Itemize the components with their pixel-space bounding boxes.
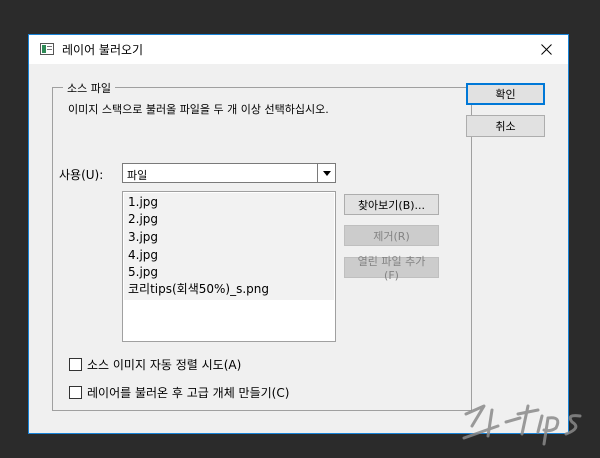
browse-button[interactable]: 찾아보기(B)... xyxy=(344,194,439,215)
source-files-group: 소스 파일 이미지 스택으로 불러올 파일을 두 개 이상 선택하십시오. 사용… xyxy=(52,80,472,411)
file-list[interactable]: 1.jpg 2.jpg 3.jpg 4.jpg 5.jpg 코리tips(회색5… xyxy=(122,191,336,342)
instruction-text: 이미지 스택으로 불러올 파일을 두 개 이상 선택하십시오. xyxy=(68,103,329,116)
close-icon xyxy=(540,44,552,55)
list-item[interactable]: 2.jpg xyxy=(128,211,158,228)
list-item[interactable]: 3.jpg xyxy=(128,229,158,246)
use-label: 사용(U): xyxy=(59,168,104,182)
auto-align-option[interactable]: 소스 이미지 자동 정렬 시도(A) xyxy=(69,356,241,372)
smart-object-label: 레이어를 불러온 후 고급 개체 만들기(C) xyxy=(87,385,290,400)
source-files-legend: 소스 파일 xyxy=(63,80,115,96)
add-open-files-button[interactable]: 열린 파일 추가(F) xyxy=(344,255,439,282)
ok-button[interactable]: 확인 xyxy=(466,83,545,105)
dialog-title: 레이어 불러오기 xyxy=(62,43,144,57)
smart-object-option[interactable]: 레이어를 불러온 후 고급 개체 만들기(C) xyxy=(69,384,289,400)
close-button[interactable] xyxy=(524,35,568,64)
use-select-value: 파일 xyxy=(127,169,148,182)
remove-button[interactable]: 제거(R) xyxy=(344,225,439,246)
chevron-down-icon xyxy=(322,170,331,176)
list-item[interactable]: 4.jpg xyxy=(128,247,158,264)
smart-object-checkbox[interactable] xyxy=(69,385,82,399)
list-item[interactable]: 5.jpg xyxy=(128,264,158,281)
use-select[interactable]: 파일 xyxy=(122,163,336,183)
title-bar: 레이어 불러오기 xyxy=(29,35,568,64)
list-item[interactable]: 1.jpg xyxy=(128,194,158,211)
load-layers-dialog: 레이어 불러오기 소스 파일 이미지 스택으로 불러올 파일을 두 개 이상 선… xyxy=(28,34,569,434)
auto-align-checkbox[interactable] xyxy=(69,357,82,371)
dialog-app-icon xyxy=(40,43,54,55)
auto-align-label: 소스 이미지 자동 정렬 시도(A) xyxy=(87,357,242,372)
use-select-arrow[interactable] xyxy=(317,164,335,182)
corii-tips-watermark-logo xyxy=(462,404,582,446)
list-item[interactable]: 코리tips(회색50%)_s.png xyxy=(128,281,269,298)
cancel-button[interactable]: 취소 xyxy=(466,115,545,137)
